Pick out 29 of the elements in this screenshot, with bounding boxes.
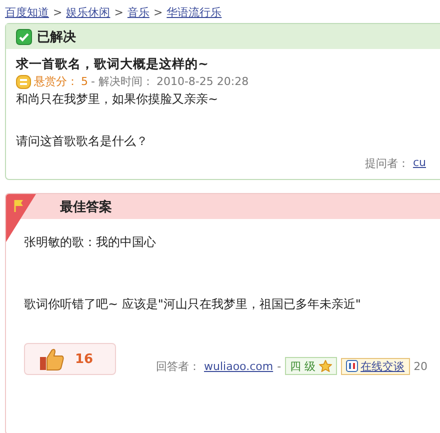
question-text: 请问这首歌歌名是什么？ <box>16 133 149 150</box>
answer-date: 20 <box>414 360 428 372</box>
resolved-time: 2010-8-25 20:28 <box>156 74 249 90</box>
question-title: 求一首歌名，歌词大概是这样的~ <box>16 55 210 73</box>
breadcrumb-link[interactable]: 娱乐休闲 <box>66 4 110 20</box>
asker-link[interactable]: cu <box>412 156 426 171</box>
time-label: - 解决时间： <box>91 74 154 90</box>
chat-button[interactable]: 在线交谈 <box>340 358 410 374</box>
answerer-link[interactable]: wuliaoo.com <box>204 360 274 372</box>
coin-icon <box>16 74 31 88</box>
breadcrumb-separator: > <box>153 6 163 18</box>
separator: - <box>277 360 282 372</box>
level-badge: 四 级 <box>285 357 337 375</box>
status-label: 已解决 <box>37 28 76 46</box>
breadcrumb-link[interactable]: 华语流行乐 <box>166 4 222 20</box>
breadcrumb-separator: > <box>114 6 124 18</box>
answerer-label: 回答者： <box>156 358 200 374</box>
breadcrumb-link[interactable]: 百度知道 <box>5 4 49 20</box>
answer-text: 歌词你听错了吧~ 应该是"河山只在我梦里，祖国已多年未亲近" <box>24 296 362 313</box>
breadcrumb-link[interactable]: 音乐 <box>127 4 150 20</box>
question-text: 和尚只在我梦里，如果你摸脸又亲亲~ <box>16 91 220 108</box>
star-icon <box>318 360 332 372</box>
reward-label: 悬赏分： <box>34 74 78 90</box>
asker-label: 提问者： <box>364 156 409 171</box>
reward-value: 5 <box>81 74 88 90</box>
thumbs-up-icon <box>39 347 65 371</box>
answer-text: 张明敏的歌：我的中国心 <box>24 234 157 251</box>
answer-heading: 最佳答案 <box>60 198 112 216</box>
breadcrumb-separator: > <box>53 6 62 18</box>
